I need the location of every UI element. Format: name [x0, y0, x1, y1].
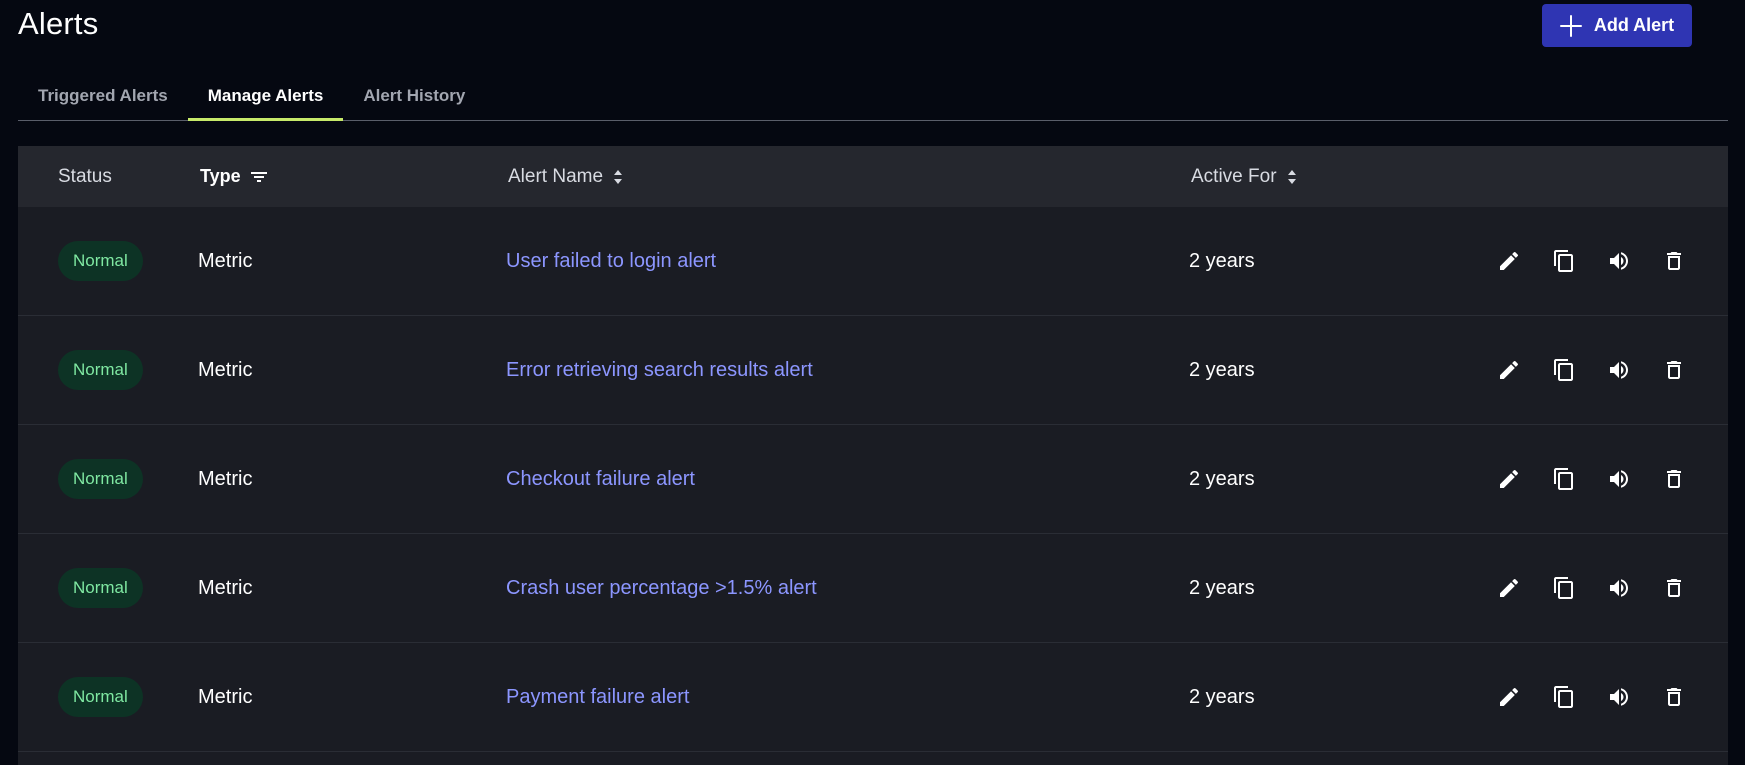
status-cell: Normal	[58, 534, 143, 642]
tab-bar: Triggered Alerts Manage Alerts Alert His…	[18, 72, 1728, 121]
row-actions	[1495, 425, 1687, 533]
tab-alert-history[interactable]: Alert History	[343, 72, 485, 119]
trash-icon	[1666, 252, 1681, 270]
tab-manage-alerts[interactable]: Manage Alerts	[187, 72, 344, 121]
duplicate-button[interactable]	[1550, 575, 1577, 602]
status-badge: Normal	[58, 350, 143, 390]
pencil-icon	[1499, 469, 1518, 488]
copy-icon	[1553, 686, 1573, 708]
type-cell: Metric	[198, 576, 253, 599]
trash-icon	[1666, 470, 1681, 488]
alerts-page: Alerts Add Alert Triggered Alerts Manage…	[0, 0, 1745, 765]
pencil-icon	[1499, 251, 1518, 270]
copy-icon	[1553, 250, 1573, 272]
mute-button[interactable]	[1605, 357, 1632, 384]
active-for-cell: 2 years	[1189, 685, 1255, 708]
volume-icon	[1609, 688, 1628, 706]
mute-button[interactable]	[1605, 575, 1632, 602]
add-alert-label: Add Alert	[1593, 15, 1675, 35]
page-title: Alerts	[18, 6, 99, 41]
copy-icon	[1553, 468, 1573, 490]
duplicate-button[interactable]	[1550, 357, 1577, 384]
alert-name-link[interactable]: Checkout failure alert	[506, 425, 695, 533]
status-cell: Normal	[58, 207, 143, 315]
filter-icon[interactable]	[250, 171, 267, 183]
table-row: Normal Metric Checkout failure alert 2 y…	[18, 425, 1728, 534]
table-row: Normal Metric User failed to login alert…	[18, 207, 1728, 316]
sort-icon[interactable]	[613, 169, 623, 185]
volume-icon	[1609, 361, 1628, 379]
row-actions	[1495, 534, 1687, 642]
delete-button[interactable]	[1660, 575, 1687, 602]
volume-icon	[1609, 252, 1628, 270]
column-header-alert-name[interactable]: Alert Name	[508, 146, 623, 207]
volume-icon	[1609, 470, 1628, 488]
duplicate-button[interactable]	[1550, 248, 1577, 275]
table-row: Normal Metric Crash user percentage >1.5…	[18, 534, 1728, 643]
alerts-table: Status Type Alert Name Active For Normal…	[18, 146, 1728, 765]
table-row: Normal Metric Payment failure alert 2 ye…	[18, 643, 1728, 752]
delete-button[interactable]	[1660, 684, 1687, 711]
pencil-icon	[1499, 360, 1518, 379]
status-badge: Normal	[58, 459, 143, 499]
column-alert-name-label: Alert Name	[508, 165, 604, 187]
trash-icon	[1666, 361, 1681, 379]
duplicate-button[interactable]	[1550, 466, 1577, 493]
row-actions	[1495, 643, 1687, 751]
active-for-cell: 2 years	[1189, 249, 1255, 272]
column-status-label: Status	[58, 165, 112, 187]
delete-button[interactable]	[1660, 357, 1687, 384]
status-badge: Normal	[58, 241, 143, 281]
trash-icon	[1666, 579, 1681, 597]
edit-button[interactable]	[1495, 684, 1522, 711]
active-for-cell: 2 years	[1189, 358, 1255, 381]
active-for-cell: 2 years	[1189, 467, 1255, 490]
alert-name-link[interactable]: Payment failure alert	[506, 643, 689, 751]
alert-name-link[interactable]: User failed to login alert	[506, 207, 716, 315]
column-header-type[interactable]: Type	[200, 146, 267, 207]
column-header-status: Status	[58, 146, 112, 207]
active-for-cell: 2 years	[1189, 576, 1255, 599]
add-alert-button[interactable]: Add Alert	[1542, 4, 1692, 47]
edit-button[interactable]	[1495, 357, 1522, 384]
table-row: Normal Metric Error retrieving search re…	[18, 316, 1728, 425]
trash-icon	[1666, 688, 1681, 706]
delete-button[interactable]	[1660, 466, 1687, 493]
status-cell: Normal	[58, 425, 143, 533]
volume-icon	[1609, 579, 1628, 597]
pencil-icon	[1499, 578, 1518, 597]
mute-button[interactable]	[1605, 248, 1632, 275]
mute-button[interactable]	[1605, 466, 1632, 493]
plus-icon	[1559, 14, 1582, 37]
column-active-for-label: Active For	[1191, 165, 1277, 187]
status-badge: Normal	[58, 677, 143, 717]
type-cell: Metric	[198, 249, 253, 272]
row-actions	[1495, 316, 1687, 424]
column-header-active-for[interactable]: Active For	[1191, 146, 1297, 207]
table-header: Status Type Alert Name Active For	[18, 146, 1728, 207]
table-body: Normal Metric User failed to login alert…	[18, 207, 1728, 752]
column-type-label: Type	[200, 166, 241, 186]
edit-button[interactable]	[1495, 575, 1522, 602]
alert-name-link[interactable]: Crash user percentage >1.5% alert	[506, 534, 817, 642]
edit-button[interactable]	[1495, 248, 1522, 275]
type-cell: Metric	[198, 685, 253, 708]
pencil-icon	[1499, 687, 1518, 706]
edit-button[interactable]	[1495, 466, 1522, 493]
alert-name-link[interactable]: Error retrieving search results alert	[506, 316, 813, 424]
sort-icon[interactable]	[1287, 169, 1297, 185]
copy-icon	[1553, 577, 1573, 599]
status-cell: Normal	[58, 643, 143, 751]
type-cell: Metric	[198, 358, 253, 381]
status-badge: Normal	[58, 568, 143, 608]
duplicate-button[interactable]	[1550, 684, 1577, 711]
delete-button[interactable]	[1660, 248, 1687, 275]
type-cell: Metric	[198, 467, 253, 490]
tab-triggered-alerts[interactable]: Triggered Alerts	[18, 72, 188, 119]
mute-button[interactable]	[1605, 684, 1632, 711]
status-cell: Normal	[58, 316, 143, 424]
copy-icon	[1553, 359, 1573, 381]
row-actions	[1495, 207, 1687, 315]
